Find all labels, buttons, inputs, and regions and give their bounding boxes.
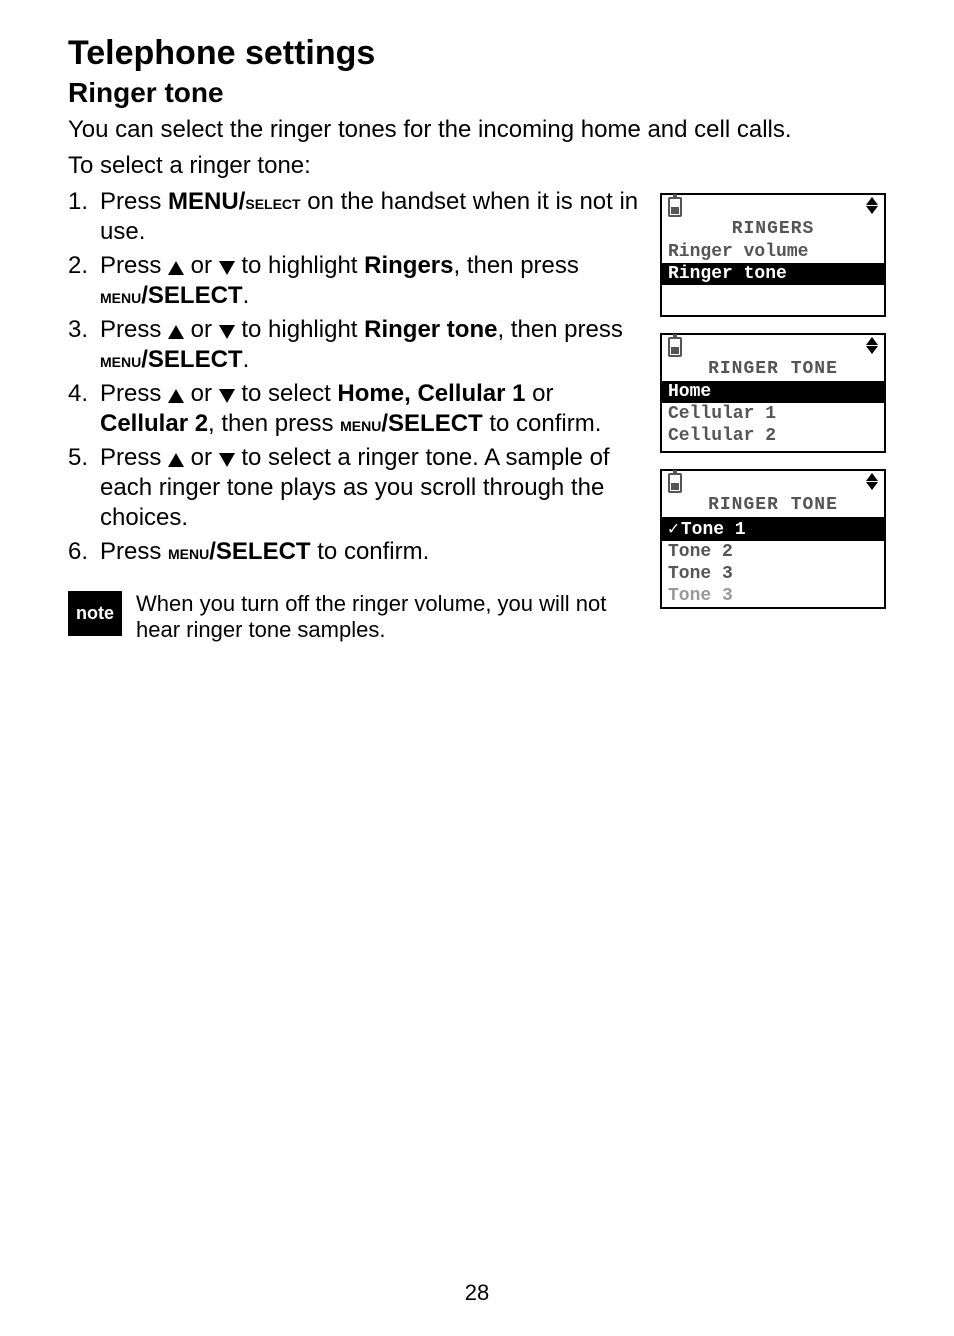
up-arrow-icon: [168, 261, 184, 275]
up-arrow-icon: [168, 453, 184, 467]
text: .: [243, 346, 250, 373]
text: , then press: [453, 252, 578, 279]
text: to confirm.: [483, 410, 602, 437]
note-block: note When you turn off the ringer volume…: [68, 591, 640, 644]
step-body: Press or to highlight Ringer tone, then …: [100, 315, 640, 375]
lcd-row-text: Tone 1: [681, 520, 746, 540]
step-body: Press or to select a ringer tone. A samp…: [100, 443, 640, 533]
text: Press: [100, 444, 168, 471]
step-number: 2.: [68, 251, 94, 311]
battery-icon: [668, 473, 682, 493]
text: Press: [100, 380, 168, 407]
text: or: [184, 316, 219, 343]
text: to select: [235, 380, 338, 407]
text: Press: [100, 316, 168, 343]
lcd-title: RINGERS: [662, 219, 884, 241]
step-number: 3.: [68, 315, 94, 375]
step-number: 6.: [68, 537, 94, 567]
highlight-target: Ringers: [364, 252, 453, 279]
down-arrow-icon: [219, 453, 235, 467]
up-arrow-icon: [168, 389, 184, 403]
battery-icon: [668, 197, 682, 217]
scroll-arrows-icon: [866, 337, 878, 354]
checkmark-icon: [668, 520, 681, 540]
text: or: [184, 380, 219, 407]
text: , then press: [208, 410, 340, 437]
menu-select-key: menu/SELECT: [100, 346, 243, 373]
page-title: Telephone settings: [68, 34, 886, 73]
lcd-title: RINGER TONE: [662, 359, 884, 381]
lcd-row: Tone 3: [662, 563, 884, 585]
down-arrow-icon: [219, 325, 235, 339]
text: to highlight: [235, 252, 364, 279]
lcd-row: Ringer volume: [662, 241, 884, 263]
note-badge: note: [68, 591, 122, 636]
intro-text-1: You can select the ringer tones for the …: [68, 115, 886, 145]
page-number: 28: [0, 1280, 954, 1306]
step-body: Press or to select Home, Cellular 1 or C…: [100, 379, 640, 439]
lcd-row: Tone 2: [662, 541, 884, 563]
lcd-screen-ringer-tone-list: RINGER TONE Tone 1 Tone 2 Tone 3 Tone 3: [660, 469, 886, 609]
lcd-row-selected: Ringer tone: [662, 263, 884, 285]
note-text: When you turn off the ringer volume, you…: [136, 591, 640, 644]
text: to confirm.: [311, 538, 430, 565]
step-number: 4.: [68, 379, 94, 439]
lcd-row: Cellular 1: [662, 403, 884, 425]
step-2: 2. Press or to highlight Ringers, then p…: [68, 251, 640, 311]
down-arrow-icon: [219, 389, 235, 403]
step-6: 6. Press menu/SELECT to confirm.: [68, 537, 640, 567]
highlight-target: Home, Cellular 1: [337, 380, 525, 407]
highlight-target: Ringer tone: [364, 316, 497, 343]
text: to highlight: [235, 316, 364, 343]
text: Press: [100, 188, 168, 215]
lcd-screen-ringers: RINGERS Ringer volume Ringer tone: [660, 193, 886, 317]
text: .: [243, 282, 250, 309]
scroll-arrows-icon: [866, 197, 878, 214]
instructions-column: 1. Press MENU/select on the handset when…: [68, 187, 640, 644]
battery-icon: [668, 337, 682, 357]
step-body: Press MENU/select on the handset when it…: [100, 187, 640, 247]
down-arrow-icon: [219, 261, 235, 275]
text: , then press: [497, 316, 622, 343]
lcd-row: Cellular 2: [662, 425, 884, 447]
step-5: 5. Press or to select a ringer tone. A s…: [68, 443, 640, 533]
step-body: Press menu/SELECT to confirm.: [100, 537, 640, 567]
scroll-arrows-icon: [866, 473, 878, 490]
step-3: 3. Press or to highlight Ringer tone, th…: [68, 315, 640, 375]
step-4: 4. Press or to select Home, Cellular 1 o…: [68, 379, 640, 439]
lcd-row-faded: Tone 3: [662, 585, 884, 607]
section-title: Ringer tone: [68, 77, 886, 109]
menu-select-key: menu/SELECT: [168, 538, 311, 565]
lcd-screen-ringer-tone-source: RINGER TONE Home Cellular 1 Cellular 2: [660, 333, 886, 453]
menu-select-key: menu/SELECT: [100, 282, 243, 309]
step-1: 1. Press MENU/select on the handset when…: [68, 187, 640, 247]
steps-list: 1. Press MENU/select on the handset when…: [68, 187, 640, 567]
text: or: [525, 380, 553, 407]
step-body: Press or to highlight Ringers, then pres…: [100, 251, 640, 311]
text: Press: [100, 252, 168, 279]
screens-column: RINGERS Ringer volume Ringer tone RINGER…: [660, 193, 886, 644]
menu-select-key: menu/SELECT: [340, 410, 483, 437]
page: Telephone settings Ringer tone You can s…: [0, 0, 954, 1336]
lcd-title: RINGER TONE: [662, 495, 884, 517]
text: or: [184, 252, 219, 279]
lcd-row-selected: Home: [662, 381, 884, 403]
step-number: 5.: [68, 443, 94, 533]
intro-text-2: To select a ringer tone:: [68, 151, 886, 181]
step-number: 1.: [68, 187, 94, 247]
menu-select-key: MENU/select: [168, 188, 301, 215]
text: or: [184, 444, 219, 471]
lcd-row-selected: Tone 1: [662, 517, 884, 541]
up-arrow-icon: [168, 325, 184, 339]
text: Press: [100, 538, 168, 565]
highlight-target: Cellular 2: [100, 410, 208, 437]
